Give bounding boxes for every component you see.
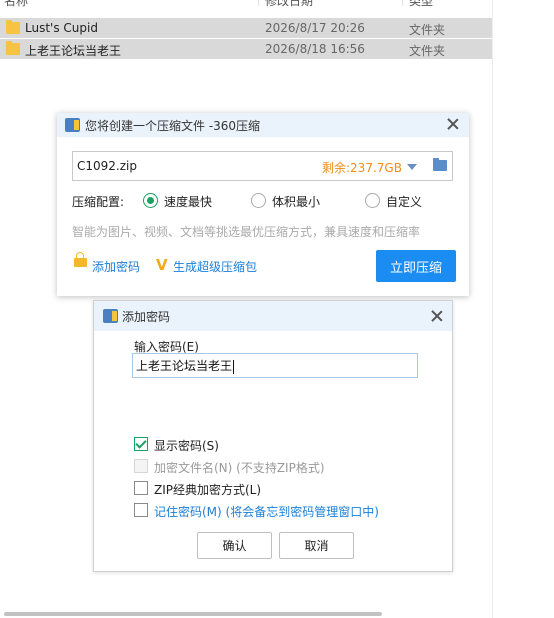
- super-package-link[interactable]: 生成超级压缩包: [173, 258, 257, 275]
- dropdown-arrow-icon[interactable]: [407, 164, 417, 170]
- file-name: Lust's Cupid: [25, 21, 98, 35]
- zip-classic-checkbox[interactable]: [134, 481, 148, 495]
- lock-icon[interactable]: [74, 252, 87, 267]
- show-password-checkbox[interactable]: [134, 437, 148, 451]
- pane-divider: [492, 0, 493, 618]
- remember-password-label[interactable]: 记住密码(M) (将会备忘到密码管理窗口中): [154, 503, 379, 520]
- horizontal-scrollbar[interactable]: [4, 612, 382, 616]
- file-type: 文件夹: [409, 44, 446, 58]
- compress-dialog-titlebar[interactable]: 您将创建一个压缩文件 -360压缩: [57, 113, 469, 137]
- password-value: 上老王论坛当老王: [136, 359, 233, 373]
- compress-config-label: 压缩配置:: [72, 195, 125, 209]
- ok-button[interactable]: 确认: [197, 532, 272, 559]
- radio-fastest[interactable]: [143, 193, 158, 208]
- file-date: 2026/8/17 20:26: [265, 21, 365, 35]
- column-divider[interactable]: [402, 0, 403, 6]
- password-dialog-title: 添加密码: [122, 310, 171, 324]
- app-360-icon: [65, 118, 80, 132]
- text-caret: [233, 359, 235, 374]
- radio-smallest-label[interactable]: 体积最小: [272, 193, 320, 210]
- radio-custom-label[interactable]: 自定义: [386, 193, 422, 210]
- cancel-button[interactable]: 取消: [279, 532, 354, 559]
- close-icon[interactable]: [447, 118, 459, 130]
- add-password-dialog: 添加密码 输入密码(E) 上老王论坛当老王 显示密码(S) 加密文件名(N) (…: [93, 300, 453, 572]
- archive-path-field[interactable]: C1092.zip 剩余:237.7GB: [72, 151, 453, 181]
- free-space-label: 剩余:237.7GB: [322, 161, 402, 175]
- remember-password-checkbox[interactable]: [134, 503, 148, 517]
- compress-now-button[interactable]: 立即压缩: [376, 250, 456, 282]
- folder-icon: [6, 20, 20, 34]
- column-header-name[interactable]: 名称: [4, 0, 28, 9]
- compress-dialog: 您将创建一个压缩文件 -360压缩 C1092.zip 剩余:237.7GB 压…: [57, 113, 469, 296]
- radio-fastest-label[interactable]: 速度最快: [164, 193, 212, 210]
- radio-smallest[interactable]: [251, 193, 266, 208]
- file-row[interactable]: 上老王论坛当老王 2026/8/18 16:56 文件夹: [0, 39, 492, 59]
- file-row[interactable]: Lust's Cupid 2026/8/17 20:26 文件夹: [0, 18, 492, 38]
- encrypt-filenames-checkbox[interactable]: [134, 459, 148, 473]
- column-header-date[interactable]: 修改日期: [265, 0, 313, 9]
- vip-v-icon: V: [156, 256, 168, 274]
- password-dialog-titlebar[interactable]: 添加密码: [94, 301, 452, 331]
- folder-icon: [6, 41, 20, 55]
- column-headers: 名称 修改日期 类型: [0, 0, 492, 10]
- radio-custom[interactable]: [365, 193, 380, 208]
- show-password-label[interactable]: 显示密码(S): [154, 437, 219, 454]
- encrypt-filenames-label: 加密文件名(N) (不支持ZIP格式): [154, 461, 325, 475]
- zip-classic-label[interactable]: ZIP经典加密方式(L): [154, 481, 261, 498]
- compress-dialog-title: 您将创建一个压缩文件 -360压缩: [85, 119, 261, 133]
- browse-folder-icon[interactable]: [433, 158, 447, 171]
- column-header-type[interactable]: 类型: [409, 0, 433, 9]
- file-name: 上老王论坛当老王: [25, 44, 122, 58]
- archive-filename[interactable]: C1092.zip: [77, 159, 137, 173]
- smart-compress-hint: 智能为图片、视频、文档等挑选最优压缩方式，兼具速度和压缩率: [72, 225, 421, 239]
- password-input[interactable]: 上老王论坛当老王: [132, 353, 418, 378]
- column-divider[interactable]: [258, 0, 259, 6]
- close-icon[interactable]: [431, 310, 443, 322]
- add-password-link[interactable]: 添加密码: [92, 258, 140, 275]
- file-date: 2026/8/18 16:56: [265, 42, 365, 56]
- file-type: 文件夹: [409, 23, 446, 37]
- app-360-icon: [103, 309, 118, 323]
